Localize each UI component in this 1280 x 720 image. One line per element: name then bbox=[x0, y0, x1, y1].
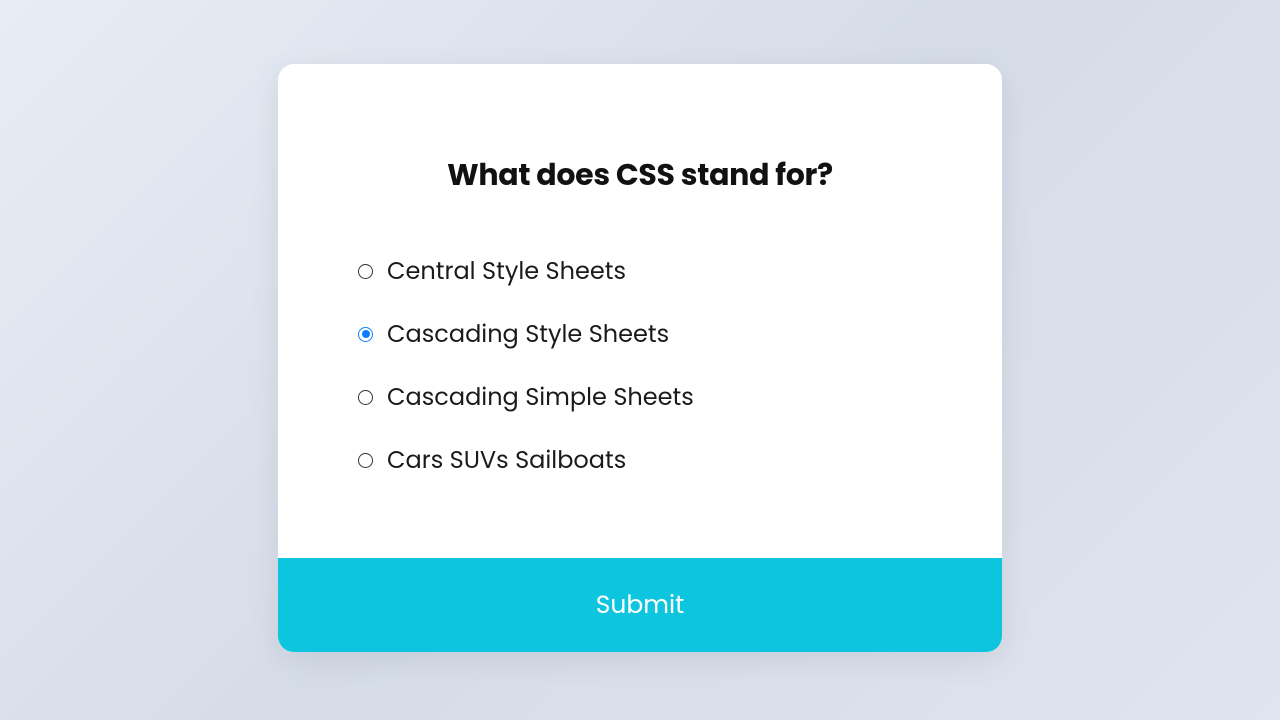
radio-icon bbox=[358, 390, 373, 405]
radio-icon bbox=[358, 327, 373, 342]
option-d[interactable]: Cars SUVs Sailboats bbox=[358, 443, 922, 478]
option-c[interactable]: Cascading Simple Sheets bbox=[358, 380, 922, 415]
option-b[interactable]: Cascading Style Sheets bbox=[358, 317, 922, 352]
option-label: Central Style Sheets bbox=[387, 254, 626, 289]
option-a[interactable]: Central Style Sheets bbox=[358, 254, 922, 289]
submit-button[interactable]: Submit bbox=[278, 558, 1002, 652]
quiz-card: What does CSS stand for? Central Style S… bbox=[278, 64, 1002, 652]
radio-icon bbox=[358, 264, 373, 279]
quiz-content: What does CSS stand for? Central Style S… bbox=[278, 64, 1002, 558]
radio-icon bbox=[358, 453, 373, 468]
option-label: Cascading Style Sheets bbox=[387, 317, 669, 352]
options-list: Central Style Sheets Cascading Style She… bbox=[358, 254, 922, 478]
quiz-question: What does CSS stand for? bbox=[358, 152, 922, 198]
option-label: Cascading Simple Sheets bbox=[387, 380, 694, 415]
option-label: Cars SUVs Sailboats bbox=[387, 443, 626, 478]
